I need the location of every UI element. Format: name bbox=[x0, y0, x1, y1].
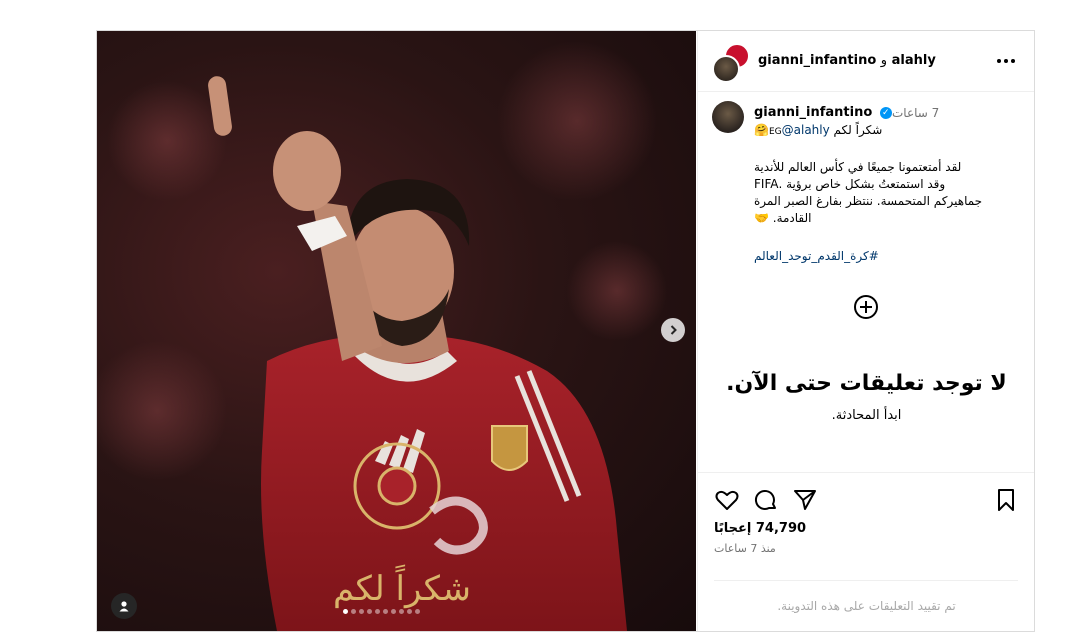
likes-label: إعجابًا bbox=[714, 521, 752, 536]
carousel-dot bbox=[399, 609, 404, 614]
caption-line: القادمة. 🤝 bbox=[754, 211, 812, 225]
share-icon[interactable] bbox=[792, 487, 818, 513]
likes-number: 74,790 bbox=[755, 521, 807, 536]
chevron-right-icon[interactable] bbox=[661, 318, 685, 342]
post-media[interactable]: شكراً لكم bbox=[97, 31, 696, 631]
avatar[interactable] bbox=[712, 101, 744, 133]
hashtag-link[interactable]: #كرة_القدم_توحد_العالم bbox=[754, 249, 879, 263]
post-header: alahly و gianni_infantino bbox=[698, 31, 1034, 92]
more-horizontal-icon[interactable] bbox=[994, 49, 1018, 73]
mention-link[interactable]: @alahly bbox=[782, 123, 830, 137]
caption-line: لقد أمتعتمونا جميعًا في كأس العالم للأند… bbox=[754, 160, 962, 174]
action-bar: 74,790 إعجابًا منذ 7 ساعات تم تقييد التع… bbox=[698, 472, 1034, 631]
carousel-dot bbox=[375, 609, 380, 614]
comments-restricted-notice: تم تقييد التعليقات على هذه التدوينة. bbox=[777, 599, 956, 613]
media-overlay-text: شكراً لكم bbox=[332, 569, 472, 609]
hug-emoji: 🤗 bbox=[754, 123, 769, 137]
carousel-dot bbox=[343, 609, 348, 614]
header-conjunction: و bbox=[880, 53, 888, 68]
avatar bbox=[712, 55, 740, 83]
carousel-dot bbox=[367, 609, 372, 614]
carousel-dot bbox=[391, 609, 396, 614]
start-conversation-text: ابدأ المحادثة. bbox=[831, 408, 902, 423]
bookmark-icon[interactable] bbox=[993, 487, 1019, 513]
header-user-link[interactable]: gianni_infantino bbox=[758, 53, 876, 68]
carousel-dots bbox=[343, 609, 420, 614]
caption-time[interactable]: 7 ساعات bbox=[892, 106, 939, 120]
user-tag-icon[interactable] bbox=[111, 593, 137, 619]
post-side-panel: alahly و gianni_infantino gianni_infanti… bbox=[697, 31, 1034, 631]
likes-count[interactable]: 74,790 إعجابًا bbox=[714, 521, 806, 536]
carousel-dot bbox=[359, 609, 364, 614]
caption-line: وقد استمتعتُ بشكل خاص برؤية .FIFA bbox=[754, 177, 946, 191]
verified-badge-icon: ✓ bbox=[879, 106, 892, 119]
player-photo bbox=[97, 41, 667, 631]
carousel-dot bbox=[415, 609, 420, 614]
carousel-dot bbox=[383, 609, 388, 614]
instagram-post: شكراً لكم alahly و gianni_infantino gian… bbox=[96, 30, 1035, 632]
caption-text: شكراً لكم bbox=[829, 123, 883, 137]
caption-first-line: شكراً لكم EG@alahly 🤗 bbox=[754, 123, 914, 137]
caption-body: لقد أمتعتمونا جميعًا في كأس العالم للأند… bbox=[754, 159, 1022, 227]
carousel-dot bbox=[407, 609, 412, 614]
flag-emoji: EG bbox=[768, 127, 782, 137]
caption-username[interactable]: gianni_infantino ✓ bbox=[754, 105, 892, 120]
caption-username-text[interactable]: gianni_infantino bbox=[754, 105, 872, 120]
carousel-dot bbox=[351, 609, 356, 614]
plus-circle-icon[interactable] bbox=[853, 294, 879, 320]
no-comments-title: لا توجد تعليقات حتى الآن. bbox=[726, 371, 1007, 396]
header-user-link[interactable]: alahly bbox=[892, 53, 936, 68]
divider bbox=[714, 580, 1018, 581]
post-timestamp[interactable]: منذ 7 ساعات bbox=[714, 542, 776, 555]
comment-icon[interactable] bbox=[753, 487, 779, 513]
header-usernames: alahly و gianni_infantino bbox=[758, 53, 936, 68]
collab-avatars[interactable] bbox=[712, 43, 750, 83]
heart-icon[interactable] bbox=[714, 487, 740, 513]
caption-line: جماهيركم المتحمسة. ننتظر بفارغ الصبر الم… bbox=[754, 194, 983, 208]
